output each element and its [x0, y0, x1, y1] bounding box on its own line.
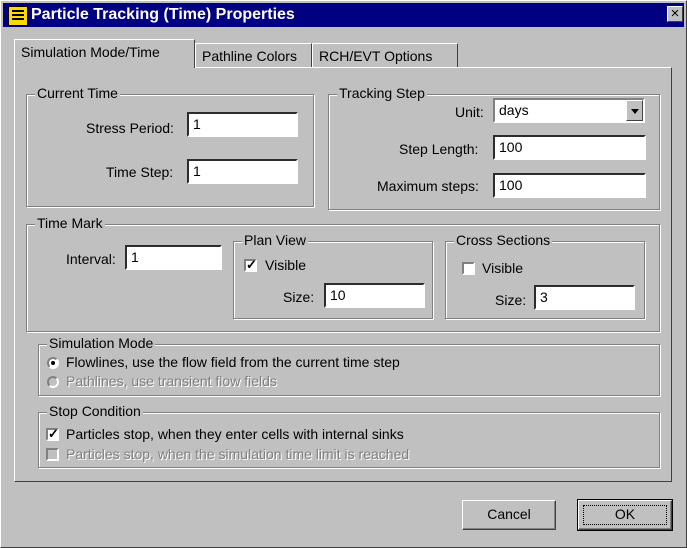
interval-input[interactable]: 1	[125, 245, 222, 270]
sinks-label: Particles stop, when they enter cells wi…	[66, 426, 404, 442]
interval-label: Interval:	[66, 251, 116, 267]
title-bar[interactable]: Particle Tracking (Time) Properties ×	[3, 3, 684, 27]
unit-label: Unit:	[455, 104, 484, 120]
stop-condition-legend: Stop Condition	[47, 403, 143, 419]
step-length-input[interactable]: 100	[493, 135, 646, 160]
app-icon	[8, 6, 28, 26]
plan-view-size-label: Size:	[283, 289, 315, 305]
tracking-step-legend: Tracking Step	[337, 85, 427, 101]
cross-sections-size-input[interactable]: 3	[534, 285, 635, 310]
cross-sections-size-label: Size:	[495, 292, 527, 308]
tab-simulation-mode-time[interactable]: Simulation Mode/Time	[14, 39, 195, 68]
maximum-steps-label: Maximum steps:	[377, 178, 479, 194]
step-length-label: Step Length:	[399, 141, 479, 157]
time-limit-checkbox[interactable]	[46, 448, 59, 461]
tab-label: Pathline Colors	[202, 48, 297, 64]
flowlines-radio[interactable]	[47, 357, 59, 369]
tab-pathline-colors[interactable]: Pathline Colors	[195, 43, 312, 67]
current-time-group: Current Time	[26, 85, 314, 207]
close-button[interactable]: ×	[667, 6, 683, 22]
flowlines-label: Flowlines, use the flow field from the c…	[66, 354, 400, 370]
cross-sections-legend: Cross Sections	[454, 232, 553, 248]
plan-view-legend: Plan View	[242, 232, 309, 248]
tab-label: Simulation Mode/Time	[21, 44, 160, 60]
time-step-label: Time Step:	[106, 164, 174, 180]
unit-select-value: days	[499, 102, 529, 118]
plan-view-visible-label: Visible	[265, 257, 306, 273]
plan-view-visible-checkbox[interactable]	[244, 257, 257, 273]
time-limit-label: Particles stop, when the simulation time…	[66, 446, 410, 462]
pathlines-label: Pathlines, use transient flow fields	[66, 373, 277, 389]
tab-label: RCH/EVT Options	[319, 48, 433, 64]
unit-select[interactable]: days	[493, 98, 645, 123]
focus-ring	[583, 505, 667, 525]
cross-sections-visible-label: Visible	[482, 260, 523, 276]
maximum-steps-input[interactable]: 100	[493, 173, 646, 198]
ok-button[interactable]: OK	[577, 499, 673, 531]
stress-period-input[interactable]: 1	[187, 112, 298, 137]
simulation-mode-legend: Simulation Mode	[47, 335, 156, 351]
stress-period-label: Stress Period:	[86, 120, 174, 136]
cross-sections-visible-checkbox[interactable]	[462, 262, 475, 275]
tab-rch-evt-options[interactable]: RCH/EVT Options	[312, 43, 458, 67]
pathlines-radio[interactable]	[47, 376, 59, 388]
sinks-checkbox[interactable]	[46, 426, 59, 442]
time-mark-legend: Time Mark	[35, 215, 105, 231]
window-title: Particle Tracking (Time) Properties	[31, 6, 295, 23]
chevron-down-icon[interactable]	[626, 100, 643, 121]
cancel-button[interactable]: Cancel	[462, 500, 556, 530]
dialog-window: Particle Tracking (Time) Properties × Si…	[0, 0, 687, 548]
current-time-legend: Current Time	[35, 85, 120, 101]
plan-view-size-input[interactable]: 10	[324, 283, 425, 308]
close-icon: ×	[670, 5, 680, 22]
time-step-input[interactable]: 1	[187, 159, 298, 184]
